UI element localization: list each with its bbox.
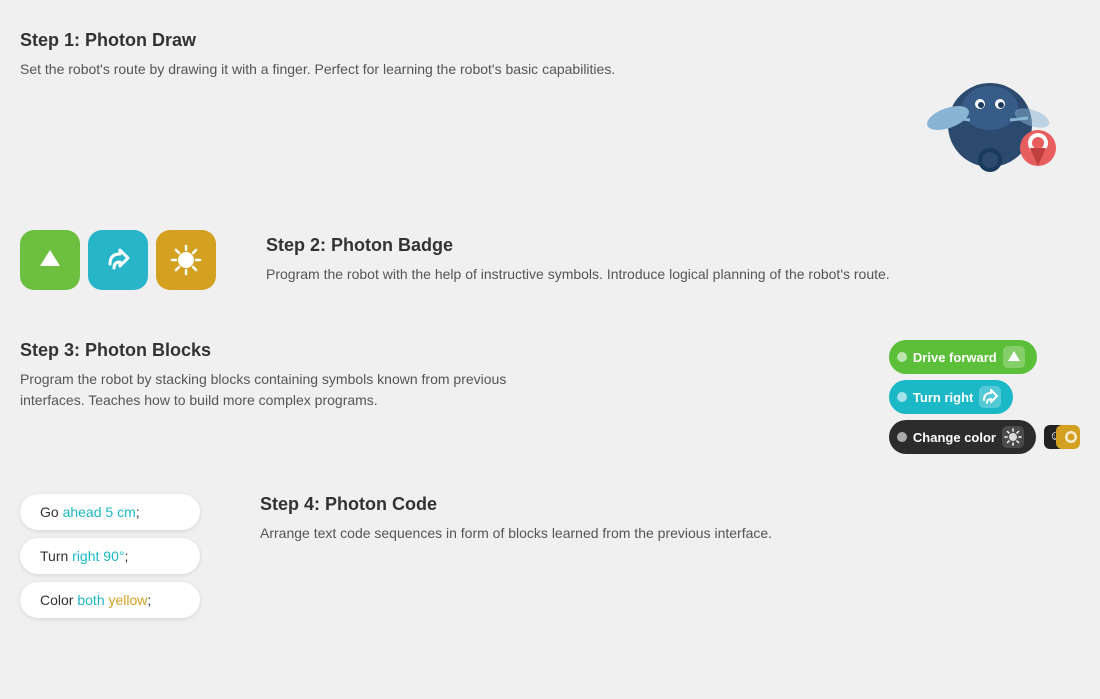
step2-icons <box>20 230 216 290</box>
step3-title: Step 3: Photon Blocks <box>20 340 570 361</box>
block-row-drive: Drive forward <box>889 340 1080 374</box>
step3-desc: Program the robot by stacking blocks con… <box>20 369 570 411</box>
step4-desc: Arrange text code sequences in form of b… <box>260 523 772 544</box>
block-dot <box>897 392 907 402</box>
step1-text: Step 1: Photon Draw Set the robot's rout… <box>20 30 615 80</box>
step3-text: Step 3: Photon Blocks Program the robot … <box>20 340 570 411</box>
change-color-block[interactable]: Change color <box>889 420 1036 454</box>
code-pill-go: Go ahead 5 cm; <box>20 494 200 530</box>
step3-section: Step 3: Photon Blocks Program the robot … <box>20 340 1080 454</box>
step4-text: Step 4: Photon Code Arrange text code se… <box>260 494 772 544</box>
step1-title: Step 1: Photon Draw <box>20 30 615 51</box>
robot-illustration <box>880 30 1080 190</box>
block-dot <box>897 352 907 362</box>
robot-svg <box>880 30 1080 190</box>
change-color-label: Change color <box>913 430 996 445</box>
step1-section: Step 1: Photon Draw Set the robot's rout… <box>20 30 1080 190</box>
step2-section: Step 2: Photon Badge Program the robot w… <box>20 230 1080 290</box>
blocks-container: Drive forward Turn right <box>889 340 1080 454</box>
code-highlight-ahead: ahead 5 cm <box>63 504 136 520</box>
turn-icon <box>102 244 134 276</box>
block-dot <box>897 432 907 442</box>
drive-forward-label: Drive forward <box>913 350 997 365</box>
drive-forward-block[interactable]: Drive forward <box>889 340 1037 374</box>
code-highlight-both: both <box>77 592 104 608</box>
badge-turn <box>88 230 148 290</box>
badge-sun <box>156 230 216 290</box>
step4-section: Go ahead 5 cm; Turn right 90°; Color bot… <box>20 494 1080 618</box>
code-pills: Go ahead 5 cm; Turn right 90°; Color bot… <box>20 494 200 618</box>
change-color-icon <box>1002 426 1024 448</box>
step2-text: Step 2: Photon Badge Program the robot w… <box>266 235 890 285</box>
badge-up-arrow <box>20 230 80 290</box>
step1-desc: Set the robot's route by drawing it with… <box>20 59 615 80</box>
turn-right-label: Turn right <box>913 390 973 405</box>
step2-desc: Program the robot with the help of instr… <box>266 264 890 285</box>
step2-title: Step 2: Photon Badge <box>266 235 890 256</box>
code-pill-color: Color both yellow; <box>20 582 200 618</box>
extra-badge-icons: ☺ <box>1044 423 1080 451</box>
turn-right-icon <box>979 386 1001 408</box>
drive-forward-icon <box>1003 346 1025 368</box>
block-row-color: Change color <box>889 420 1080 454</box>
page: Step 1: Photon Draw Set the robot's rout… <box>0 0 1100 648</box>
turn-right-block[interactable]: Turn right <box>889 380 1013 414</box>
code-pill-turn: Turn right 90°; <box>20 538 200 574</box>
code-highlight-yellow: yellow <box>109 592 148 608</box>
up-arrow-icon <box>34 244 66 276</box>
code-highlight-right: right 90° <box>72 548 124 564</box>
sun-icon <box>168 242 204 278</box>
block-row-turn: Turn right <box>889 380 1080 414</box>
step4-title: Step 4: Photon Code <box>260 494 772 515</box>
